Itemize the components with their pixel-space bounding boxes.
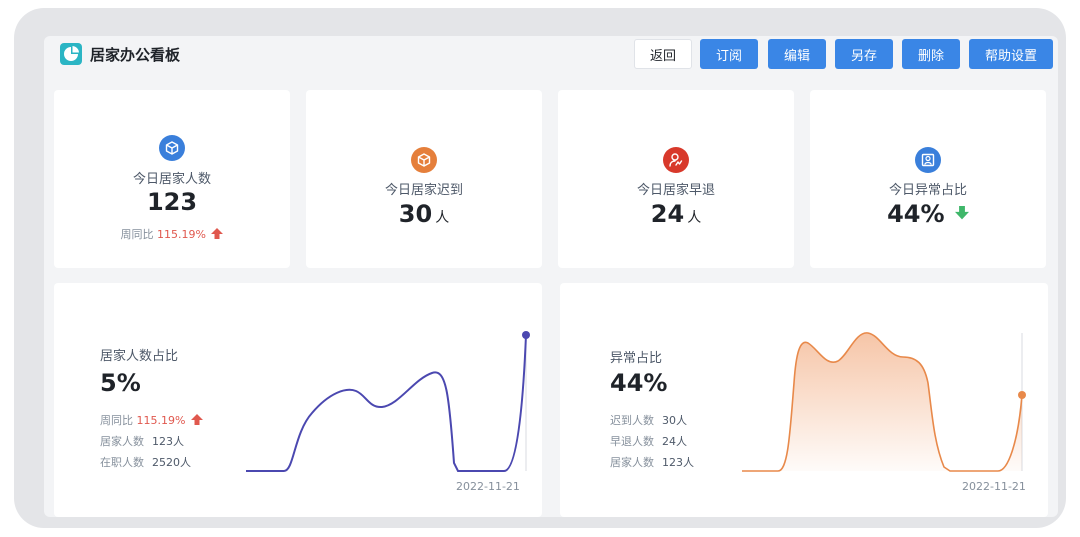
help-settings-button[interactable]: 帮助设置 <box>969 39 1053 69</box>
app-logo-icon <box>60 43 82 65</box>
chart-value: 5% <box>100 369 141 397</box>
person-sign-icon <box>663 147 689 173</box>
stat-value: 30 人 <box>398 200 450 228</box>
save-as-button[interactable]: 另存 <box>835 39 893 69</box>
stat-label: 今日居家早退 <box>636 183 715 198</box>
stat-card-leave-early: 今日居家早退 24 人 <box>558 90 794 268</box>
stat-card-abnormal-rate: 今日异常占比 44% <box>810 90 1046 268</box>
chart-title: 居家人数占比 <box>100 349 179 364</box>
compare-label: 周同比 <box>100 414 133 427</box>
week-compare: 周同比 115.19% <box>100 412 203 428</box>
stat-card-late: 今日居家迟到 30 人 <box>306 90 542 268</box>
stat-row: 在职人数 2520人 <box>100 456 191 469</box>
stat-card-home-count: 今日居家人数 123 周同比 115.19% <box>54 90 290 268</box>
latest-point <box>1018 391 1026 399</box>
stat-value: 123 <box>146 188 198 216</box>
dashboard-screen: 居家办公看板 返回 订阅 编辑 另存 删除 帮助设置 今日居家人数 123 周同… <box>44 36 1058 517</box>
box-icon <box>159 135 185 161</box>
date-label: 2022-11-21 <box>456 480 520 493</box>
stat-value: 24 人 <box>650 200 702 228</box>
compare-label: 周同比 <box>120 228 154 241</box>
stat-label: 今日异常占比 <box>888 183 967 198</box>
portrait-icon <box>915 147 941 173</box>
stat-row: 早退人数 24人 <box>610 435 687 448</box>
week-compare: 周同比 115.19% <box>54 226 290 242</box>
compare-rate: 115.19% <box>157 228 206 241</box>
page-title: 居家办公看板 <box>90 46 181 64</box>
trend-line <box>246 334 527 472</box>
trend-area-chart <box>742 332 1026 472</box>
trend-area <box>742 332 1022 471</box>
latest-point <box>522 331 530 339</box>
stat-value: 44% <box>810 200 1046 228</box>
stat-row: 居家人数 123人 <box>100 435 184 448</box>
arrow-down-icon <box>954 206 969 220</box>
stat-row: 迟到人数 30人 <box>610 414 687 427</box>
chart-value: 44% <box>610 369 668 397</box>
date-label: 2022-11-21 <box>962 480 1026 493</box>
subscribe-button[interactable]: 订阅 <box>700 39 758 69</box>
back-button[interactable]: 返回 <box>634 39 692 69</box>
chart-card-home-ratio: 居家人数占比 5% 周同比 115.19% 居家人数 123人 在职人数 2520人… <box>54 283 542 517</box>
device-frame: 居家办公看板 返回 订阅 编辑 另存 删除 帮助设置 今日居家人数 123 周同… <box>14 8 1066 528</box>
delete-button[interactable]: 删除 <box>902 39 960 69</box>
edit-button[interactable]: 编辑 <box>768 39 826 69</box>
trend-line-chart <box>246 331 530 472</box>
arrow-up-icon <box>190 414 203 425</box>
chart-card-abnormal-ratio: 异常占比 44% 迟到人数 30人 早退人数 24人 居家人数 123人 2022-1… <box>560 283 1048 517</box>
box-icon <box>411 147 437 173</box>
chart-title: 异常占比 <box>610 351 663 366</box>
arrow-up-icon <box>211 228 224 239</box>
header: 居家办公看板 返回 订阅 编辑 另存 删除 帮助设置 <box>44 36 1058 84</box>
stat-label: 今日居家迟到 <box>384 183 463 198</box>
stat-row: 居家人数 123人 <box>610 456 694 469</box>
stat-label: 今日居家人数 <box>132 172 211 187</box>
compare-rate: 115.19% <box>136 414 186 427</box>
